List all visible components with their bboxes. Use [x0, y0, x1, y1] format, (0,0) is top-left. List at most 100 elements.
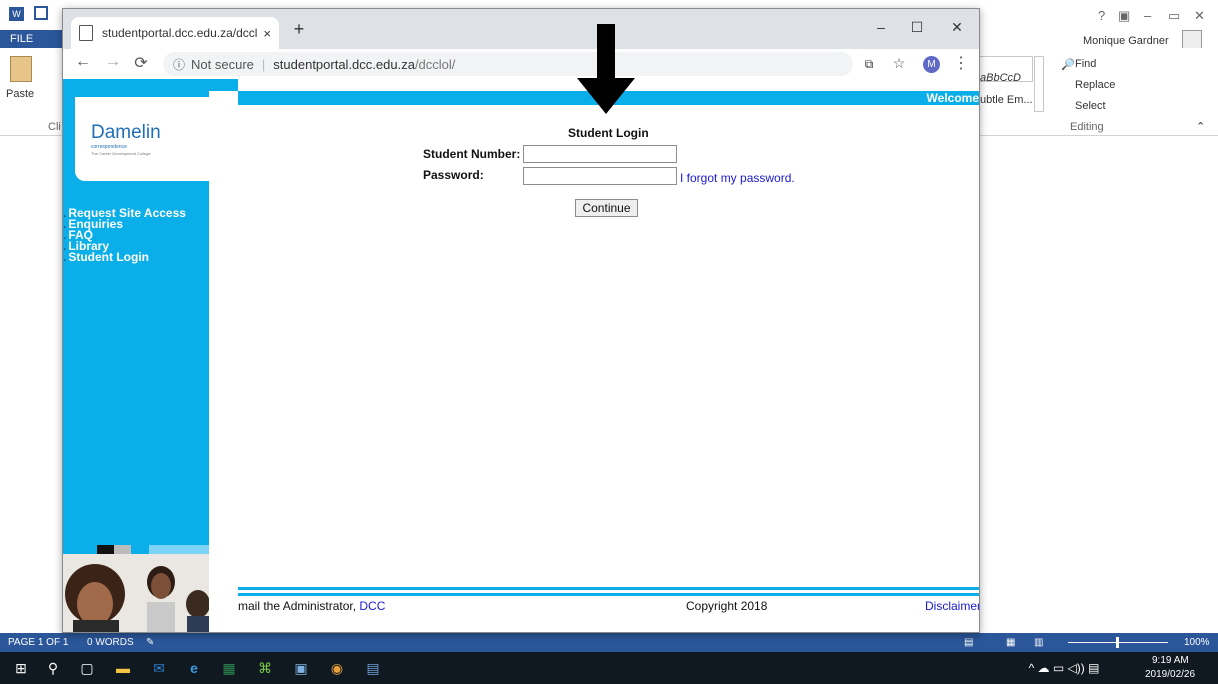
sidebar-top-strip	[63, 79, 238, 91]
footer-admin-prefix: mail the Administrator,	[238, 599, 360, 613]
print-layout-icon[interactable]: ▦	[1006, 637, 1015, 648]
task-view-icon[interactable]: ▢	[76, 658, 98, 678]
file-explorer-icon[interactable]: ▬	[112, 658, 134, 678]
windows-start-icon[interactable]: ⊞	[10, 658, 32, 678]
tab-close-icon[interactable]: ×	[263, 26, 271, 41]
word-close-icon[interactable]: ✕	[1194, 8, 1205, 24]
clipboard-group-label: Cli	[48, 121, 61, 133]
logo-tagline: The Career Development College	[91, 151, 151, 156]
url-path: /dcclol/	[414, 56, 456, 72]
styles-preview-1: aBbCcD	[980, 72, 1021, 84]
footer-copyright: Copyright 2018	[686, 599, 768, 613]
chrome-taskbar-icon[interactable]: ◉	[326, 658, 348, 678]
bookmark-star-icon[interactable]: ☆	[889, 55, 909, 72]
login-title: Student Login	[568, 126, 649, 140]
zoom-thumb[interactable]	[1116, 637, 1119, 648]
paste-label[interactable]: Paste	[6, 88, 34, 100]
windows-taskbar: ⊞ ⚲ ▢ ▬ ✉ e ▦ ⌘ ▣ ◉ ▤ ^ ☁ ▭ ◁)) ▤ 9:19 A…	[0, 652, 1218, 684]
footer-rule-bottom	[238, 593, 979, 596]
damelin-logo[interactable]: Damelin	[91, 122, 161, 144]
back-icon[interactable]: ←	[73, 53, 93, 71]
browser-toolbar: ← → ⟳ ⓘ Not secure | studentportal.dcc.e…	[63, 49, 979, 79]
address-bar[interactable]: ⓘ Not secure | studentportal.dcc.edu.za …	[163, 52, 853, 76]
clock-time[interactable]: 9:19 AM	[1152, 655, 1189, 666]
student-number-label: Student Number:	[423, 147, 521, 161]
student-number-input[interactable]	[523, 145, 677, 163]
sidebar-strip-light	[149, 545, 209, 554]
remote-desktop-icon[interactable]: ▣	[290, 658, 312, 678]
info-icon[interactable]: ⓘ	[173, 56, 185, 73]
network-tool-icon[interactable]: ⌘	[254, 658, 276, 678]
address-separator: |	[261, 56, 266, 72]
logo-subtitle: correspondence	[91, 144, 127, 150]
replace-label[interactable]: Replace	[1075, 79, 1115, 91]
sidebar-nav: . Request Site Access . Enquiries . FAQ . Li…	[63, 207, 209, 264]
select-label[interactable]: Select	[1075, 100, 1106, 112]
find-icon[interactable]: 🔎	[1061, 58, 1075, 71]
word-app-icon[interactable]: W	[9, 7, 24, 21]
ribbon-display-icon[interactable]: ▣	[1118, 8, 1130, 24]
portal-page: Damelin correspondence The Career Develo…	[63, 79, 979, 632]
excel-icon[interactable]: ▦	[218, 658, 240, 678]
sidebar-item-student-login[interactable]: . Student Login	[63, 250, 209, 264]
paste-icon[interactable]	[10, 56, 32, 82]
annotation-arrow-icon	[577, 24, 635, 114]
chrome-menu-icon[interactable]: ⋮	[951, 53, 971, 73]
user-name[interactable]: Monique Gardner	[1083, 35, 1169, 47]
cast-icon[interactable]: ⧉	[859, 57, 879, 72]
clock-date[interactable]: 2019/02/26	[1145, 669, 1195, 680]
tab-strip: studentportal.dcc.edu.za/dcclol/ × + – ☐…	[63, 9, 979, 49]
search-icon[interactable]: ⚲	[42, 658, 64, 678]
help-icon[interactable]: ?	[1098, 8, 1105, 23]
security-label: Not secure	[191, 56, 254, 72]
chrome-maximize-icon[interactable]: ☐	[905, 19, 929, 36]
file-tab[interactable]: FILE	[0, 30, 62, 48]
word-restore-icon[interactable]: ▭	[1168, 8, 1180, 24]
find-label[interactable]: Find	[1075, 58, 1096, 70]
footer-rule-top	[238, 587, 979, 590]
browser-tab[interactable]: studentportal.dcc.edu.za/dcclol/ ×	[71, 17, 279, 49]
students-illustration	[63, 554, 209, 632]
editing-group-label: Editing	[1070, 121, 1104, 133]
password-label: Password:	[423, 168, 484, 182]
tab-title: studentportal.dcc.edu.za/dcclol/	[102, 26, 258, 40]
word-taskbar-icon[interactable]: ▤	[362, 658, 384, 678]
word-minimize-icon[interactable]: –	[1144, 8, 1151, 23]
user-avatar-icon[interactable]	[1182, 30, 1202, 50]
sidebar-strip-dark	[97, 545, 114, 554]
word-status-bar: PAGE 1 OF 1 0 WORDS ✎ ▤ ▦ ▥ 100%	[0, 633, 1218, 652]
footer-admin-text: mail the Administrator, DCC	[238, 599, 385, 613]
chrome-close-icon[interactable]: ✕	[945, 19, 969, 36]
outlook-icon[interactable]: ✉	[148, 658, 170, 678]
chrome-minimize-icon[interactable]: –	[869, 19, 893, 35]
footer-disclaimer-link[interactable]: Disclaimer	[925, 599, 979, 613]
system-tray-icons[interactable]: ^ ☁ ▭ ◁)) ▤	[1016, 658, 1112, 678]
page-indicator[interactable]: PAGE 1 OF 1	[8, 637, 68, 648]
styles-scroll[interactable]	[1034, 56, 1044, 112]
sidebar-strip-grey	[114, 545, 131, 554]
page-icon	[79, 25, 93, 41]
sidebar-item-label: Student Login	[68, 250, 149, 264]
web-layout-icon[interactable]: ▥	[1034, 637, 1043, 648]
profile-avatar[interactable]: M	[923, 56, 940, 73]
proofing-icon[interactable]: ✎	[146, 637, 154, 648]
new-tab-button[interactable]: +	[289, 19, 309, 40]
page-footer: mail the Administrator, DCC Copyright 20…	[238, 599, 979, 615]
footer-admin-link[interactable]: DCC	[359, 599, 385, 613]
forward-icon[interactable]: →	[103, 53, 123, 71]
forgot-password-link[interactable]: I forgot my password.	[680, 171, 795, 185]
save-icon[interactable]	[34, 6, 48, 20]
password-input[interactable]	[523, 167, 677, 185]
read-mode-icon[interactable]: ▤	[964, 637, 973, 648]
reload-icon[interactable]: ⟳	[131, 53, 151, 73]
styles-preview-2: ubtle Em...	[980, 94, 1033, 106]
continue-button[interactable]: Continue	[575, 199, 638, 217]
url-host: studentportal.dcc.edu.za	[273, 56, 415, 72]
bullet-icon: .	[63, 250, 67, 264]
students-photo	[63, 554, 209, 632]
chrome-window: studentportal.dcc.edu.za/dcclol/ × + – ☐…	[62, 8, 980, 633]
word-count[interactable]: 0 WORDS	[87, 637, 134, 648]
edge-icon[interactable]: e	[183, 658, 205, 678]
collapse-ribbon-icon[interactable]: ⌃	[1196, 120, 1205, 133]
zoom-level[interactable]: 100%	[1184, 637, 1210, 648]
